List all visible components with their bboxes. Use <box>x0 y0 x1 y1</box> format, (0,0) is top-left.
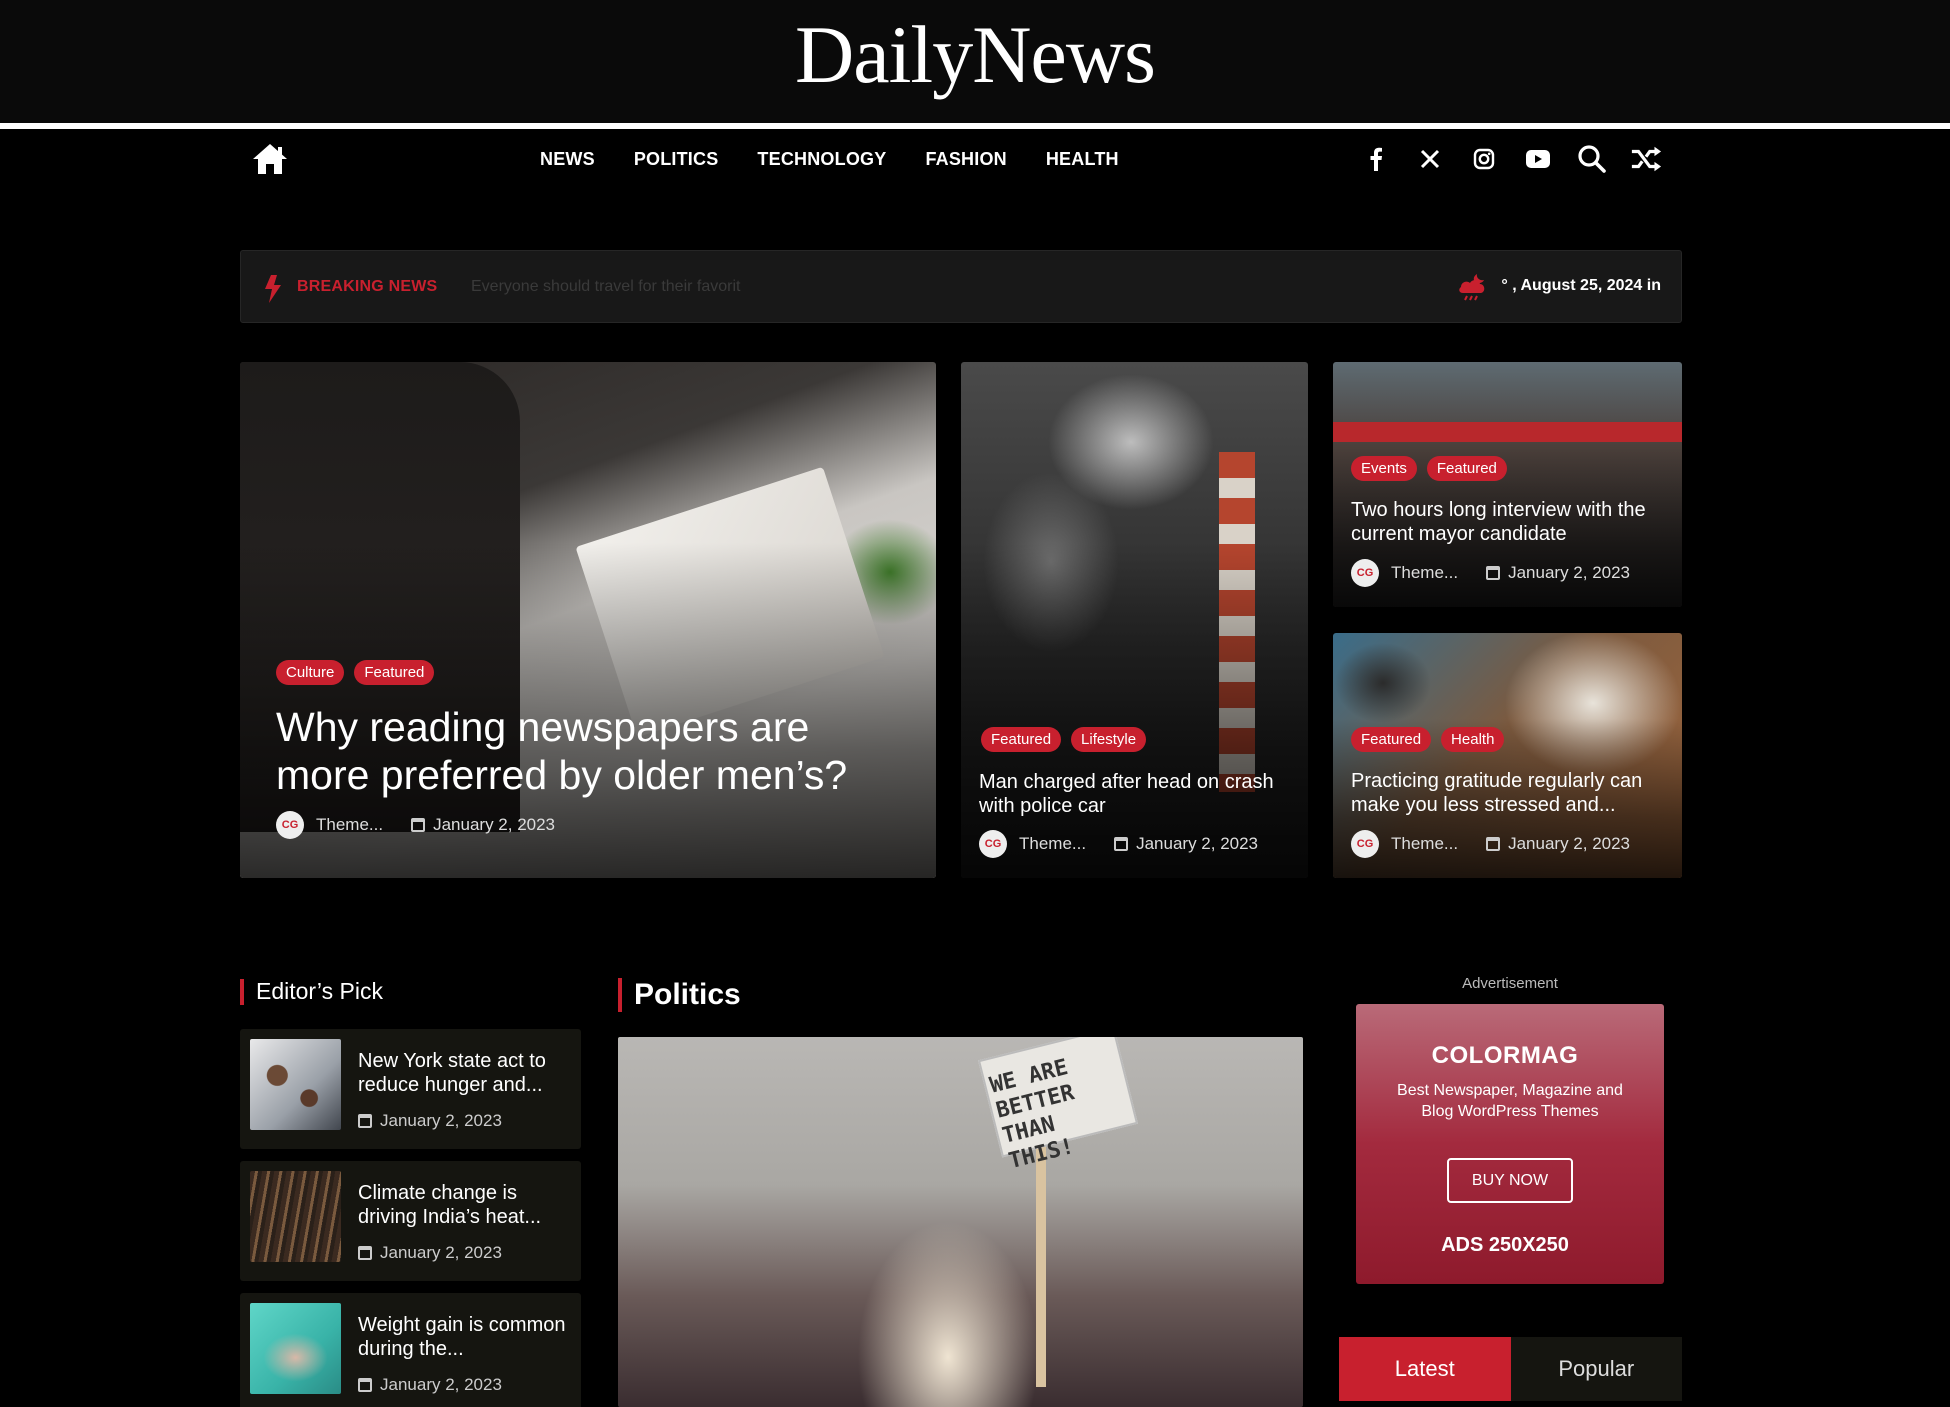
tag-lifestyle[interactable]: Lifestyle <box>1071 727 1147 752</box>
editors-pick-item[interactable]: Climate change is driving India’s heat..… <box>240 1161 581 1281</box>
advertisement-banner[interactable]: COLORMAG Best Newspaper, Magazine and Bl… <box>1356 1004 1664 1284</box>
item-title[interactable]: Climate change is driving India’s heat..… <box>358 1181 568 1229</box>
nav-item-politics[interactable]: POLITICS <box>634 149 719 170</box>
card-title[interactable]: Why reading newspapers are more preferre… <box>276 703 896 799</box>
home-icon[interactable] <box>250 140 290 178</box>
thumbnail-image[interactable] <box>250 1039 341 1130</box>
tag-featured[interactable]: Featured <box>981 727 1062 752</box>
tag-health[interactable]: Health <box>1441 727 1505 752</box>
editors-pick-title: Editor’s Pick <box>256 978 383 1004</box>
advertisement-label: Advertisement <box>1462 975 1558 992</box>
post-date[interactable]: January 2, 2023 <box>1136 834 1258 854</box>
politics-feature-image[interactable]: WE ARE BETTER THAN THIS! <box>618 1037 1303 1407</box>
calendar-icon <box>1114 837 1129 851</box>
tab-popular[interactable]: Popular <box>1511 1337 1683 1401</box>
politics-heading: Politics <box>618 978 741 1012</box>
tag-culture[interactable]: Culture <box>276 660 345 685</box>
thumbnail-image[interactable] <box>250 1303 341 1394</box>
calendar-icon <box>1486 566 1501 580</box>
post-date[interactable]: January 2, 2023 <box>1508 834 1630 854</box>
tag-featured[interactable]: Featured <box>354 660 435 685</box>
site-header: DailyNews <box>0 0 1950 123</box>
featured-card[interactable]: Featured Lifestyle Man charged after hea… <box>961 362 1308 878</box>
tab-latest[interactable]: Latest <box>1339 1337 1511 1401</box>
item-date-row: January 2, 2023 <box>358 1243 502 1263</box>
nav-menu: NEWS POLITICS TECHNOLOGY FASHION HEALTH <box>540 129 1119 189</box>
image-overlay <box>240 362 936 878</box>
item-date[interactable]: January 2, 2023 <box>380 1375 502 1395</box>
tag-list: Events Featured <box>1351 456 1507 481</box>
shuffle-icon[interactable] <box>1630 143 1662 175</box>
item-title[interactable]: New York state act to reduce hunger and.… <box>358 1049 568 1097</box>
item-date[interactable]: January 2, 2023 <box>380 1111 502 1131</box>
nav-item-health[interactable]: HEALTH <box>1046 149 1119 170</box>
weather-icon <box>1457 271 1489 308</box>
featured-card[interactable]: Featured Health Practicing gratitude reg… <box>1333 633 1682 878</box>
editors-pick-heading: Editor’s Pick <box>240 978 383 1005</box>
nav-item-news[interactable]: NEWS <box>540 149 595 170</box>
posts-tabs: Latest Popular <box>1339 1337 1682 1401</box>
nav-social <box>1360 129 1662 189</box>
calendar-icon <box>358 1114 372 1128</box>
facebook-icon[interactable] <box>1360 143 1392 175</box>
card-title[interactable]: Practicing gratitude regularly can make … <box>1351 769 1671 817</box>
card-meta: CG Theme... January 2, 2023 <box>276 811 555 839</box>
site-logo[interactable]: DailyNews <box>0 8 1950 102</box>
thumbnail-image[interactable] <box>250 1171 341 1262</box>
nav-item-fashion[interactable]: FASHION <box>925 149 1006 170</box>
featured-card[interactable]: Events Featured Two hours long interview… <box>1333 362 1682 607</box>
calendar-icon <box>358 1378 372 1392</box>
main-navigation: NEWS POLITICS TECHNOLOGY FASHION HEALTH <box>0 129 1950 189</box>
item-date-row: January 2, 2023 <box>358 1111 502 1131</box>
nav-item-technology[interactable]: TECHNOLOGY <box>757 149 886 170</box>
tag-featured[interactable]: Featured <box>1351 727 1432 752</box>
card-meta: CG Theme... January 2, 2023 <box>979 830 1258 858</box>
heading-accent <box>618 978 622 1012</box>
author-name[interactable]: Theme... <box>1391 563 1458 583</box>
image-detail <box>1036 1137 1046 1387</box>
lightning-icon <box>263 275 283 308</box>
tag-events[interactable]: Events <box>1351 456 1417 481</box>
tag-list: Culture Featured <box>276 660 435 685</box>
post-date[interactable]: January 2, 2023 <box>1508 563 1630 583</box>
item-date[interactable]: January 2, 2023 <box>380 1243 502 1263</box>
ad-subtitle: Best Newspaper, Magazine and Blog WordPr… <box>1397 1082 1623 1120</box>
author-avatar[interactable]: CG <box>1351 830 1379 858</box>
heading-accent <box>240 978 244 1005</box>
youtube-icon[interactable] <box>1522 143 1554 175</box>
instagram-icon[interactable] <box>1468 143 1500 175</box>
calendar-icon <box>358 1246 372 1260</box>
card-title[interactable]: Man charged after head on crash with pol… <box>979 770 1299 818</box>
breaking-news-label: BREAKING NEWS <box>297 278 438 295</box>
tag-list: Featured Lifestyle <box>981 727 1147 752</box>
calendar-icon <box>1486 837 1501 851</box>
x-icon[interactable] <box>1414 143 1446 175</box>
ad-size-label: ADS 250X250 <box>1441 1234 1569 1256</box>
item-title[interactable]: Weight gain is common during the... <box>358 1313 568 1361</box>
author-avatar[interactable]: CG <box>979 830 1007 858</box>
weather-date: ° , August 25, 2024 in <box>1501 277 1661 294</box>
author-name[interactable]: Theme... <box>316 815 383 835</box>
breaking-news-bar: BREAKING NEWS Everyone should travel for… <box>240 250 1682 323</box>
post-date[interactable]: January 2, 2023 <box>433 815 555 835</box>
buy-now-button[interactable]: BUY NOW <box>1447 1158 1573 1203</box>
search-icon[interactable] <box>1576 143 1608 175</box>
editors-pick-item[interactable]: New York state act to reduce hunger and.… <box>240 1029 581 1149</box>
card-title[interactable]: Two hours long interview with the curren… <box>1351 498 1671 546</box>
featured-card-main[interactable]: Culture Featured Why reading newspapers … <box>240 362 936 878</box>
card-meta: CG Theme... January 2, 2023 <box>1351 559 1630 587</box>
item-date-row: January 2, 2023 <box>358 1375 502 1395</box>
breaking-news-ticker[interactable]: Everyone should travel for their favorit <box>471 278 740 296</box>
author-name[interactable]: Theme... <box>1019 834 1086 854</box>
author-avatar[interactable]: CG <box>1351 559 1379 587</box>
tag-featured[interactable]: Featured <box>1426 456 1507 481</box>
politics-title[interactable]: Politics <box>634 978 741 1012</box>
editors-pick-item[interactable]: Weight gain is common during the... Janu… <box>240 1293 581 1407</box>
author-name[interactable]: Theme... <box>1391 834 1458 854</box>
author-avatar[interactable]: CG <box>276 811 304 839</box>
calendar-icon <box>411 818 426 832</box>
tag-list: Featured Health <box>1351 727 1505 752</box>
ad-title: COLORMAG <box>1431 1042 1579 1069</box>
card-meta: CG Theme... January 2, 2023 <box>1351 830 1630 858</box>
